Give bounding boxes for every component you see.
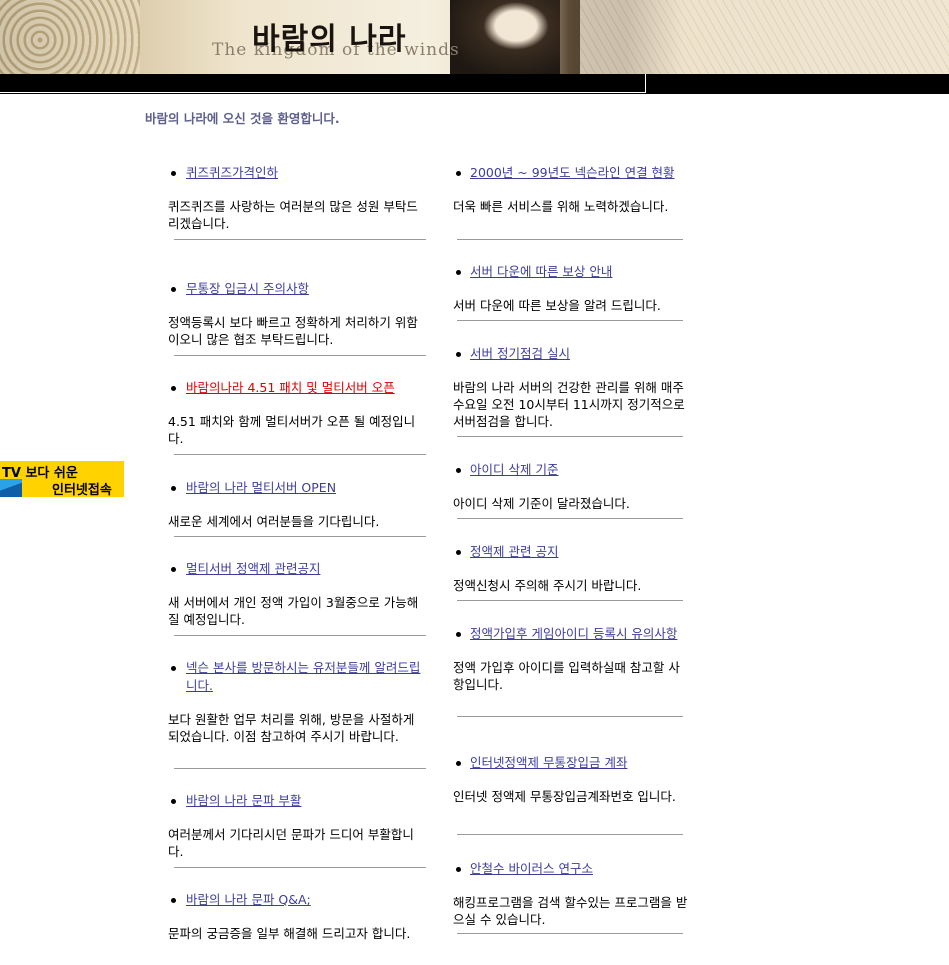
news-description: 퀴즈퀴즈를 사랑하는 여러분의 많은 성원 부탁드리겠습니다. xyxy=(168,199,418,231)
news-description: 보다 원활한 업무 처리를 위해, 방문을 사절하게 되었습니다. 이점 참고하… xyxy=(168,712,415,744)
divider xyxy=(174,239,426,240)
news-description: 바람의 나라 서버의 건강한 관리를 위해 매주 수요일 오전 10시부터 11… xyxy=(453,380,685,429)
bullet-icon xyxy=(456,270,461,275)
news-description: 정액신청시 주의해 주시기 바랍니다. xyxy=(453,578,642,593)
bullet-icon xyxy=(171,666,176,671)
news-link[interactable]: 안철수 바이러스 연구소 xyxy=(470,861,593,876)
news-description: 4.51 패치와 함께 멀티서버가 오픈 될 예정입니다. xyxy=(168,414,416,446)
bullet-icon xyxy=(456,867,461,872)
divider xyxy=(457,436,683,437)
news-item: 서버 정기점검 실시 바람의 나라 서버의 건강한 관리를 위해 매주 수요일 … xyxy=(453,345,691,437)
news-item: 안철수 바이러스 연구소 해킹프로그램을 검색 할수있는 프로그램을 받으실 수… xyxy=(453,860,691,934)
news-link[interactable]: 서버 정기점검 실시 xyxy=(470,346,570,361)
bullet-icon xyxy=(171,486,176,491)
news-description: 문파의 궁금증을 일부 해결해 드리고자 합니다. xyxy=(168,926,411,941)
news-link[interactable]: 바람의나라 4.51 패치 및 멀티서버 오픈 xyxy=(186,380,395,395)
news-description: 아이디 삭제 기준이 달라졌습니다. xyxy=(453,496,630,511)
news-description: 서버 다운에 따른 보상을 알려 드립니다. xyxy=(453,298,661,313)
news-item: 서버 다운에 따른 보상 안내 서버 다운에 따른 보상을 알려 드립니다. xyxy=(453,263,691,321)
news-item: 2000년 ~ 99년도 넥슨라인 연결 현황 더욱 빠른 서비스를 위해 노력… xyxy=(453,164,691,240)
ad-line-2: 인터넷접속 xyxy=(52,483,112,497)
bullet-icon xyxy=(456,352,461,357)
bullet-icon xyxy=(171,287,176,292)
news-item: 바람의 나라 문파 부활 여러분께서 기다리시던 문파가 드디어 부활합니다. xyxy=(168,792,428,868)
header-banner: The kingdom of the winds 바람의 나라 xyxy=(0,0,949,74)
news-description: 정액 가입후 아이디를 입력하실때 참고할 사항입니다. xyxy=(453,660,680,692)
news-item: 아이디 삭제 기준 아이디 삭제 기준이 달라졌습니다. xyxy=(453,461,691,519)
divider xyxy=(457,239,683,240)
news-link[interactable]: 넥슨 본사를 방문하시는 유저분들께 알려드립니다. xyxy=(186,660,420,693)
bullet-icon xyxy=(171,386,176,391)
divider xyxy=(457,834,683,835)
news-item: 인터넷정액제 무통장입금 계좌 인터넷 정액제 무통장입금계좌번호 입니다. xyxy=(453,754,691,835)
bullet-icon xyxy=(456,761,461,766)
news-item: 바람의 나라 문파 Q&A; 문파의 궁금증을 일부 해결해 드리고자 합니다. xyxy=(168,891,428,942)
bullet-icon xyxy=(456,468,461,473)
news-link[interactable]: 2000년 ~ 99년도 넥슨라인 연결 현황 xyxy=(470,165,675,180)
news-link[interactable]: 바람의 나라 멀티서버 OPEN xyxy=(186,480,336,495)
news-item: 바람의 나라 멀티서버 OPEN 새로운 세계에서 여러분들을 기다립니다. xyxy=(168,479,428,537)
divider xyxy=(174,536,426,537)
divider xyxy=(457,518,683,519)
news-link[interactable]: 아이디 삭제 기준 xyxy=(470,462,558,477)
divider xyxy=(457,600,683,601)
bullet-icon xyxy=(171,898,176,903)
divider xyxy=(457,716,683,717)
divider xyxy=(174,768,426,769)
welcome-message: 바람의 나라에 오신 것을 환영합니다. xyxy=(145,111,340,126)
banner-character-art xyxy=(450,0,560,74)
news-link[interactable]: 바람의 나라 문파 Q&A; xyxy=(186,892,311,907)
news-item: 넥슨 본사를 방문하시는 유저분들께 알려드립니다. 보다 원활한 업무 처리를… xyxy=(168,659,428,769)
nav-bar-frame xyxy=(0,74,646,93)
news-item: 정액가입후 게임아이디 등록시 유의사항 정액 가입후 아이디를 입력하실때 참… xyxy=(453,625,691,717)
bullet-icon xyxy=(171,799,176,804)
news-description: 새 서버에서 개인 정액 가입이 3월중으로 가능해 질 예정입니다. xyxy=(168,595,419,627)
news-link[interactable]: 퀴즈퀴즈가격인하 xyxy=(186,165,278,180)
news-link[interactable]: 정액제 관련 공지 xyxy=(470,544,558,559)
divider xyxy=(174,454,426,455)
news-description: 새로운 세계에서 여러분들을 기다립니다. xyxy=(168,514,380,529)
divider xyxy=(174,635,426,636)
news-description: 여러분께서 기다리시던 문파가 드디어 부활합니다. xyxy=(168,827,414,859)
news-link[interactable]: 무통장 입금시 주의사항 xyxy=(186,281,309,296)
bullet-icon xyxy=(456,171,461,176)
news-item: 무통장 입금시 주의사항 정액등록시 보다 빠르고 정확하게 처리하기 위함이오… xyxy=(168,280,428,356)
news-link[interactable]: 바람의 나라 문파 부활 xyxy=(186,793,301,808)
ad-decoration xyxy=(0,479,22,497)
banner-decoration xyxy=(0,0,140,74)
news-link[interactable]: 서버 다운에 따른 보상 안내 xyxy=(470,264,612,279)
bullet-icon xyxy=(456,550,461,555)
divider xyxy=(174,867,426,868)
banner-title: 바람의 나라 xyxy=(252,22,407,57)
nav-bar xyxy=(0,74,949,94)
news-description: 정액등록시 보다 빠르고 정확하게 처리하기 위함이오니 많은 협조 부탁드립니… xyxy=(168,315,418,347)
news-description: 해킹프로그램을 검색 할수있는 프로그램을 받으실 수 있습니다. xyxy=(453,895,688,927)
divider xyxy=(457,933,683,934)
bullet-icon xyxy=(171,567,176,572)
bullet-icon xyxy=(171,171,176,176)
banner-pattern xyxy=(580,0,949,74)
divider xyxy=(174,355,426,356)
news-link[interactable]: 정액가입후 게임아이디 등록시 유의사항 xyxy=(470,626,677,641)
news-item: 퀴즈퀴즈가격인하 퀴즈퀴즈를 사랑하는 여러분의 많은 성원 부탁드리겠습니다. xyxy=(168,164,428,240)
news-item: 멀티서버 정액제 관련공지 새 서버에서 개인 정액 가입이 3월중으로 가능해… xyxy=(168,560,428,636)
news-item: 바람의나라 4.51 패치 및 멀티서버 오픈 4.51 패치와 함께 멀티서버… xyxy=(168,379,428,455)
divider xyxy=(457,320,683,321)
news-item: 정액제 관련 공지 정액신청시 주의해 주시기 바랍니다. xyxy=(453,543,691,601)
news-description: 인터넷 정액제 무통장입금계좌번호 입니다. xyxy=(453,789,676,804)
internet-ad-banner[interactable]: TV 보다 쉬운 인터넷접속 xyxy=(0,461,124,497)
news-link[interactable]: 멀티서버 정액제 관련공지 xyxy=(186,561,320,576)
news-link[interactable]: 인터넷정액제 무통장입금 계좌 xyxy=(470,755,627,770)
news-description: 더욱 빠른 서비스를 위해 노력하겠습니다. xyxy=(453,199,669,214)
bullet-icon xyxy=(456,632,461,637)
